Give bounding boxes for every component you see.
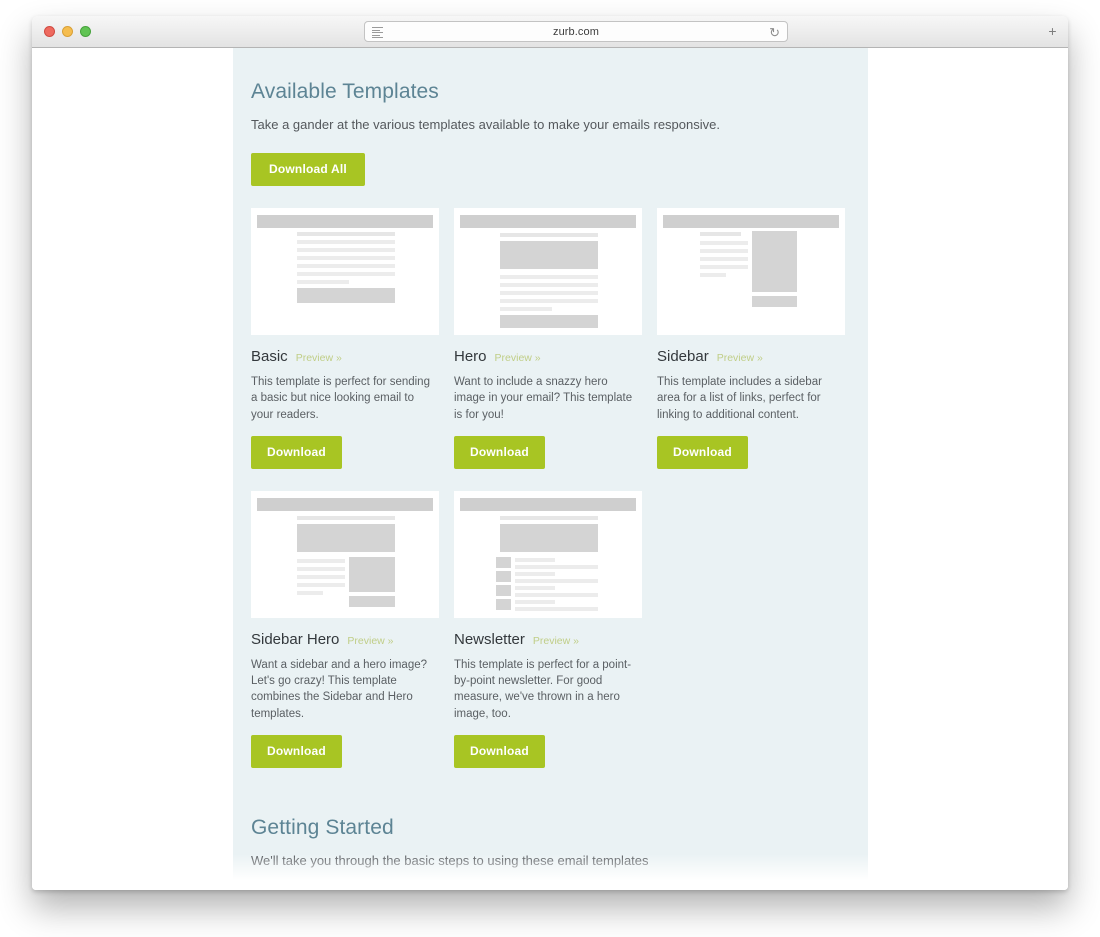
download-button[interactable]: Download: [454, 435, 545, 469]
template-thumbnail-sidebar-hero: [251, 490, 439, 618]
download-button[interactable]: Download: [454, 735, 545, 769]
download-button[interactable]: Download: [657, 435, 748, 469]
template-thumbnail-basic: [251, 207, 439, 335]
template-thumbnail-newsletter: [454, 490, 642, 618]
getting-started-section: Getting Started We'll take you through t…: [251, 816, 850, 890]
browser-toolbar: zurb.com ↻ +: [32, 16, 1068, 48]
getting-started-subtitle: We'll take you through the basic steps t…: [251, 853, 649, 869]
template-name: Hero: [454, 347, 487, 365]
template-description: Want to include a snazzy hero image in y…: [454, 375, 633, 421]
page-title: Available Templates: [251, 80, 439, 103]
template-card-empty: [657, 491, 845, 768]
preview-link[interactable]: Preview »: [533, 635, 579, 647]
template-name: Newsletter: [454, 630, 525, 648]
template-description: This template includes a sidebar area fo…: [657, 375, 822, 421]
preview-link[interactable]: Preview »: [717, 352, 763, 364]
template-description: This template is perfect for a point-by-…: [454, 658, 632, 720]
browser-window: zurb.com ↻ + Available Templates Take a …: [32, 16, 1068, 890]
template-card-basic: Basic Preview » This template is perfect…: [251, 207, 439, 469]
page-subtitle: Take a gander at the various templates a…: [251, 117, 720, 132]
template-description: Want a sidebar and a hero image? Let's g…: [251, 658, 428, 720]
content-panel: Available Templates Take a gander at the…: [233, 48, 868, 890]
template-description: This template is perfect for sending a b…: [251, 375, 430, 421]
template-card-newsletter: Newsletter Preview » This template is pe…: [454, 490, 642, 769]
template-name: Basic: [251, 347, 288, 365]
close-window-button[interactable]: [44, 26, 55, 37]
template-card-sidebar: Sidebar Preview » This template includes…: [657, 207, 845, 469]
template-name: Sidebar Hero: [251, 630, 340, 648]
window-controls: [44, 26, 91, 37]
minimize-window-button[interactable]: [62, 26, 73, 37]
reader-view-icon[interactable]: [372, 27, 383, 38]
preview-link[interactable]: Preview »: [495, 352, 541, 364]
maximize-window-button[interactable]: [80, 26, 91, 37]
template-thumbnail-hero: [454, 207, 642, 335]
new-tab-button[interactable]: +: [1045, 24, 1060, 39]
page-viewport: Available Templates Take a gander at the…: [32, 48, 1068, 890]
template-card-sidebar-hero: Sidebar Hero Preview » Want a sidebar an…: [251, 490, 439, 769]
template-row: Basic Preview » This template is perfect…: [251, 207, 850, 469]
getting-started-title: Getting Started: [251, 816, 394, 840]
template-card-hero: Hero Preview » Want to include a snazzy …: [454, 207, 642, 469]
preview-link[interactable]: Preview »: [347, 635, 393, 647]
download-all-button[interactable]: Download All: [251, 152, 365, 186]
download-button[interactable]: Download: [251, 735, 342, 769]
template-thumbnail-sidebar: [657, 207, 845, 335]
address-bar[interactable]: zurb.com ↻: [364, 21, 788, 42]
reload-icon[interactable]: ↻: [769, 25, 780, 40]
url-text: zurb.com: [552, 25, 600, 38]
template-name: Sidebar: [657, 347, 709, 365]
preview-link[interactable]: Preview »: [296, 352, 342, 364]
template-row: Sidebar Hero Preview » Want a sidebar an…: [251, 490, 850, 769]
download-button[interactable]: Download: [251, 435, 342, 469]
